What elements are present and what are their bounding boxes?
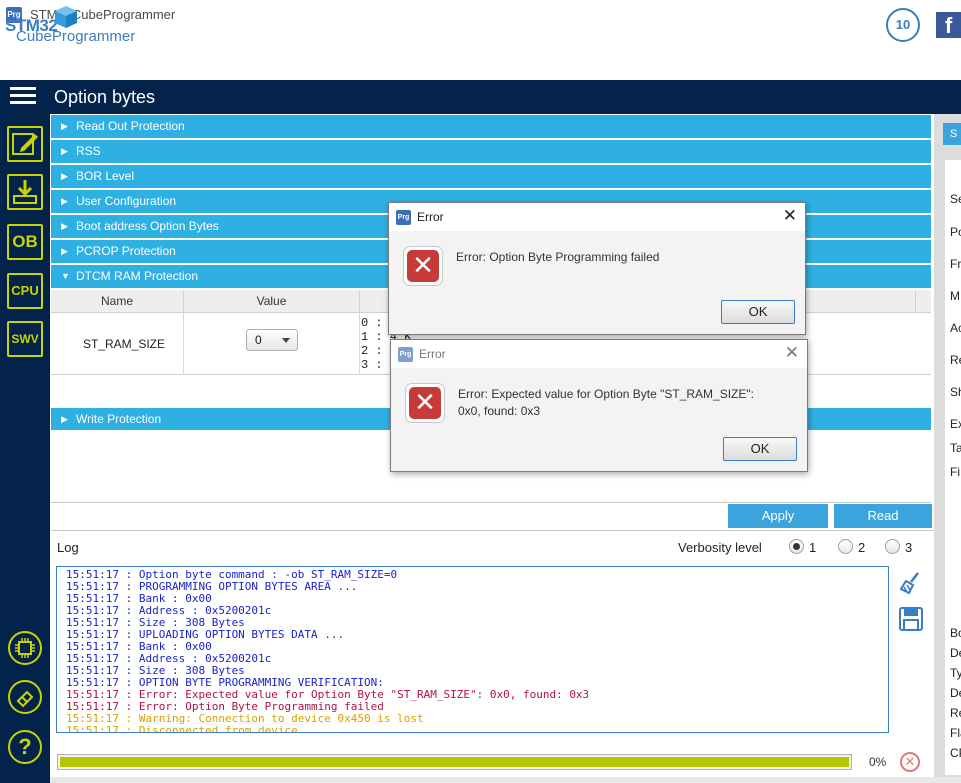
- ob-icon[interactable]: OB: [7, 224, 43, 260]
- expand-arrow-icon: ▶: [61, 146, 68, 156]
- device-info-label: Ty: [950, 666, 961, 680]
- section-label: PCROP Protection: [76, 244, 176, 258]
- device-info-label: Re: [950, 706, 961, 720]
- column-divider: [183, 313, 184, 375]
- verbosity-radio-3[interactable]: [885, 539, 900, 554]
- section-label: BOR Level: [76, 169, 135, 183]
- expand-arrow-icon: ▶: [61, 221, 68, 231]
- dialog-message: Error: Option Byte Programming failed: [456, 250, 660, 264]
- device-info-label: Re: [950, 353, 961, 367]
- log-output[interactable]: 15:51:17 : Option byte command : -ob ST_…: [56, 566, 889, 733]
- device-info-label: Fla: [950, 726, 961, 740]
- device-info-label: Ex: [950, 417, 961, 431]
- error-icon: ✕: [403, 246, 443, 286]
- sidebar: OB CPU SWV ?: [0, 114, 50, 783]
- section-bor-level[interactable]: ▶ BOR Level: [51, 165, 931, 188]
- right-panel-tab[interactable]: S: [943, 123, 961, 145]
- expand-arrow-icon: ▶: [61, 196, 68, 206]
- device-info-label: Fi: [950, 465, 960, 479]
- ok-button[interactable]: OK: [721, 300, 795, 324]
- help-icon[interactable]: ?: [8, 730, 42, 764]
- error-dialog-1: Prg Error ✕ ✕ Error: Option Byte Program…: [388, 202, 806, 335]
- column-divider: [359, 313, 360, 375]
- download-icon[interactable]: [7, 174, 43, 210]
- section-rss[interactable]: ▶ RSS: [51, 140, 931, 163]
- dialog-titlebar: Prg Error ✕: [391, 340, 807, 368]
- section-label: User Configuration: [76, 194, 177, 208]
- dialog-body: ✕ Error: Option Byte Programming failed …: [389, 231, 805, 334]
- device-info-label: Se: [950, 192, 961, 206]
- section-read-out-protection[interactable]: ▶ Read Out Protection: [51, 115, 931, 138]
- section-label: RSS: [76, 144, 101, 158]
- save-log-icon[interactable]: [898, 606, 924, 632]
- swv-icon[interactable]: SWV: [7, 321, 43, 357]
- chevron-down-icon: [282, 338, 290, 343]
- app-header: [0, 30, 961, 80]
- section-label: Write Protection: [76, 412, 162, 426]
- ok-button[interactable]: OK: [723, 437, 797, 461]
- device-info-label: CP: [950, 746, 961, 760]
- close-icon[interactable]: ✕: [783, 206, 797, 226]
- facebook-icon[interactable]: f: [936, 12, 961, 38]
- log-title: Log: [57, 540, 79, 555]
- clear-log-icon[interactable]: [898, 570, 924, 596]
- error-icon: ✕: [405, 383, 445, 423]
- chip-settings-icon[interactable]: [8, 631, 42, 665]
- value-dropdown[interactable]: 0: [246, 329, 298, 351]
- device-info-label: Fr: [950, 257, 961, 271]
- progress-fill: [60, 757, 849, 767]
- dialog-message: Error: Expected value for Option Byte "S…: [458, 387, 754, 418]
- close-icon[interactable]: ✕: [785, 343, 799, 363]
- expand-arrow-icon: ▶: [61, 246, 68, 256]
- verbosity-radio-2[interactable]: [838, 539, 853, 554]
- device-info-label: Ta: [950, 441, 961, 455]
- section-label: DTCM RAM Protection: [76, 269, 199, 283]
- cpu-icon[interactable]: CPU: [7, 273, 43, 309]
- anniversary-badge-icon: 10: [886, 8, 920, 42]
- device-info-label: Po: [950, 225, 961, 239]
- dialog-title: Error: [419, 347, 446, 361]
- pencil-icon[interactable]: [7, 126, 43, 162]
- column-header-value: Value: [184, 290, 360, 313]
- column-header-name: Name: [51, 290, 184, 313]
- read-button[interactable]: Read: [834, 504, 932, 528]
- apply-button[interactable]: Apply: [728, 504, 828, 528]
- expand-arrow-icon: ▶: [61, 171, 68, 181]
- section-label: Boot address Option Bytes: [76, 219, 219, 233]
- device-info-label: De: [950, 646, 961, 660]
- option-name: ST_RAM_SIZE: [83, 337, 166, 351]
- error-dialog-2: Prg Error ✕ ✕ Error: Expected value for …: [390, 339, 808, 472]
- expand-arrow-icon: ▶: [61, 414, 68, 424]
- eraser-icon[interactable]: [8, 680, 42, 714]
- verbosity-radio-1[interactable]: [789, 539, 804, 554]
- page-title: Option bytes: [54, 87, 156, 107]
- dialog-titlebar: Prg Error ✕: [389, 203, 805, 231]
- menu-icon[interactable]: [10, 84, 36, 110]
- verbosity-label: Verbosity level: [678, 540, 762, 555]
- logo-line2: CubeProgrammer: [16, 28, 136, 45]
- status-strip: [50, 777, 961, 783]
- device-info-label: M: [950, 289, 960, 303]
- value-selected: 0: [255, 333, 262, 347]
- verbosity-option-label: 1: [809, 540, 817, 555]
- log-line: 15:51:17 : Disconnected from device.: [66, 724, 305, 733]
- device-info-label: Bo: [950, 626, 961, 640]
- app-icon: Prg: [398, 347, 413, 362]
- device-info-label: Sh: [950, 385, 961, 399]
- device-info-label: De: [950, 686, 961, 700]
- divider: [51, 530, 934, 531]
- collapse-arrow-icon: ▼: [61, 271, 70, 281]
- section-label: Read Out Protection: [76, 119, 185, 133]
- cancel-icon[interactable]: ✕: [900, 752, 920, 772]
- verbosity-option-label: 3: [905, 540, 913, 555]
- progress-percent: 0%: [869, 755, 887, 769]
- expand-arrow-icon: ▶: [61, 121, 68, 131]
- app-icon: Prg: [396, 210, 411, 225]
- dialog-title: Error: [417, 210, 444, 224]
- device-info-label: Ac: [950, 321, 961, 335]
- verbosity-option-label: 2: [858, 540, 866, 555]
- dialog-body: ✕ Error: Expected value for Option Byte …: [391, 368, 807, 471]
- cube-logo-icon: [55, 6, 77, 28]
